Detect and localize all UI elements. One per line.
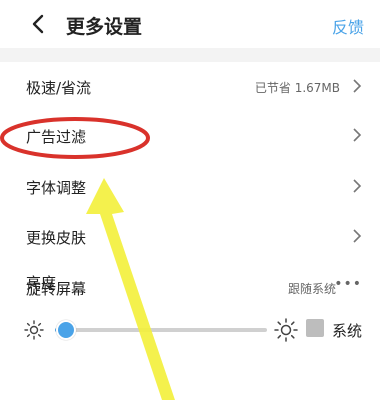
system-brightness-checkbox[interactable]	[306, 319, 324, 337]
brightness-slider-track[interactable]	[55, 328, 267, 332]
setting-value: 跟随系统	[287, 282, 336, 296]
chevron-right-icon	[353, 79, 362, 93]
chevron-right-icon	[353, 128, 362, 142]
more-dots-icon[interactable]: •••	[334, 276, 362, 292]
page-title: 更多设置	[66, 16, 143, 38]
chevron-right-icon	[353, 179, 362, 193]
back-arrow-icon[interactable]	[28, 10, 48, 38]
setting-row-change-skin[interactable]: 更换皮肤	[0, 212, 380, 262]
brightness-slider-row: 系统	[0, 310, 380, 350]
system-brightness-label: 系统	[332, 322, 363, 340]
brightness-slider-thumb[interactable]	[55, 320, 76, 340]
setting-label: 广告过滤	[26, 128, 87, 146]
setting-label: 更换皮肤	[26, 229, 87, 247]
setting-label: 字体调整	[26, 179, 87, 197]
setting-row-ad-filter[interactable]: 广告过滤	[0, 111, 380, 161]
setting-label: 极速/省流	[26, 79, 92, 97]
brightness-low-icon	[24, 320, 44, 340]
setting-value: 已节省 1.67MB	[254, 81, 340, 95]
setting-row-rotate-screen[interactable]: 旋转屏幕 跟随系统 •••	[0, 263, 380, 313]
chevron-right-icon	[353, 229, 362, 243]
brightness-high-icon	[274, 318, 298, 342]
top-bar: 更多设置 反馈	[0, 0, 380, 48]
brightness-label: 亮度	[26, 274, 57, 292]
setting-row-font-adjust[interactable]: 字体调整	[0, 162, 380, 212]
settings-list: 极速/省流 已节省 1.67MB 广告过滤 字体调整 更换皮肤 旋转屏幕 跟随系…	[0, 62, 380, 400]
feedback-button[interactable]: 反馈	[332, 14, 364, 38]
setting-row-speed-saver[interactable]: 极速/省流 已节省 1.67MB	[0, 62, 380, 112]
